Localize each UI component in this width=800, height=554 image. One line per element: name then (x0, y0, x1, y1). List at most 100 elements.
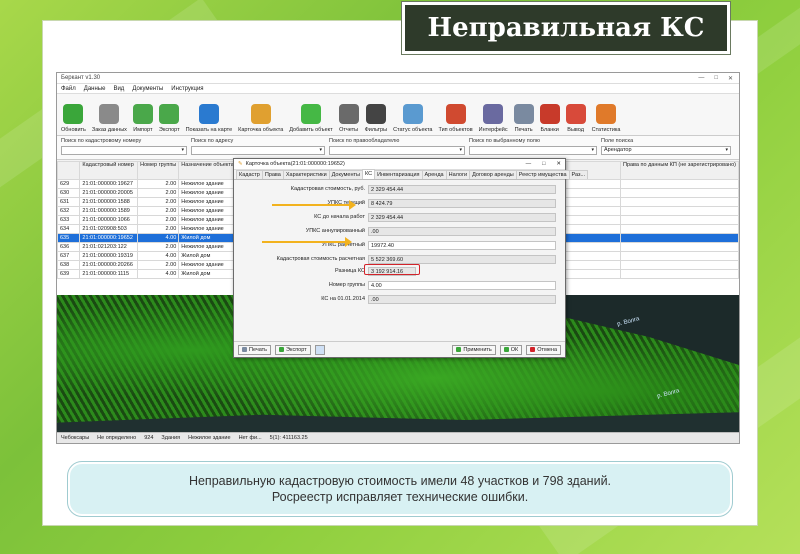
toolbar-button-edit[interactable]: Интерфейс (479, 104, 508, 133)
column-header[interactable] (56, 161, 81, 180)
field-value[interactable]: .00 (368, 295, 556, 304)
toolbar-button-calculator[interactable]: Отчеты (338, 104, 359, 133)
binoculars-icon (365, 104, 386, 124)
status-bar: Чебоксары Не определено 924 Здания Нежилое з… (57, 432, 739, 443)
cancel-icon (530, 347, 536, 352)
printer-icon (242, 347, 247, 352)
search-filter: Поиск по адресу ▾ (191, 138, 325, 157)
toolbar-button-forms[interactable]: Бланки (539, 104, 560, 133)
tab-0[interactable]: Кадастр (236, 170, 263, 179)
toolbar-button-blocks[interactable]: Тип объектов (438, 104, 473, 133)
minimize-button[interactable]: — (698, 75, 704, 82)
status-item: 5(1): 411163.25 (269, 435, 308, 441)
table-cell-grp: 2.00 (137, 179, 180, 189)
app-titlebar: Беркант v1.30 — □ ✕ (57, 73, 739, 84)
table-cell-grp: 2.00 (137, 242, 180, 252)
dialog-close-button[interactable]: ✕ (556, 161, 561, 167)
tab-10[interactable]: Раз... (568, 170, 589, 179)
menu-documents[interactable]: Документы (132, 86, 163, 92)
tab-3[interactable]: Документы (328, 170, 363, 179)
chevron-down-icon[interactable]: ▾ (591, 147, 594, 153)
toolbar-button-printer[interactable]: Печать (513, 104, 534, 133)
field-value[interactable]: 5 522 369.60 (368, 255, 556, 264)
search-filter-label: Поле поиска (601, 138, 634, 144)
tab-9[interactable]: Реестр имущества (515, 170, 570, 179)
table-cell-cad: 21:01:021203:122 (79, 242, 139, 252)
chevron-down-icon[interactable]: ▾ (459, 147, 462, 153)
table-cell-n: 629 (56, 179, 81, 189)
menu-instructions[interactable]: Инструкция (171, 86, 203, 92)
cancel-button[interactable]: Отмена (526, 344, 561, 355)
field-value[interactable]: 2 329 454.44 (368, 213, 556, 222)
table-cell-grp: 2.00 (137, 260, 180, 270)
table-cell-rights (619, 269, 740, 279)
search-filter-input[interactable]: ▾ (329, 146, 465, 155)
toolbar-button-cart[interactable]: Заказ данных (92, 104, 127, 133)
dialog-tabs: Кадастр Права Характеристики Документы КС Инв… (234, 169, 589, 180)
chevron-down-icon[interactable]: ▾ (725, 147, 728, 153)
column-header[interactable]: Номер группы (137, 161, 180, 180)
chevron-down-icon[interactable]: ▾ (181, 147, 184, 153)
dialog-maximize-button[interactable]: □ (542, 161, 545, 167)
tab-7[interactable]: Налоги (445, 170, 471, 179)
map-toggle-button[interactable] (314, 344, 325, 355)
river-area-bottom (57, 412, 739, 433)
search-filter-input[interactable]: Арендатор ▾ (601, 146, 731, 155)
search-filter-input[interactable]: ▾ (191, 146, 325, 155)
column-header[interactable]: Права по данным КП (не зарегистрировано) (619, 161, 740, 180)
toolbar-button-label: Показать на карте (185, 127, 233, 133)
column-header[interactable]: Кадастровый номер (79, 161, 139, 180)
search-filter-input[interactable]: ▾ (61, 146, 187, 155)
tab-2[interactable]: Характеристики (282, 170, 330, 179)
apply-button[interactable]: Применить (452, 344, 496, 355)
dialog-minimize-button[interactable]: — (526, 161, 532, 167)
search-filter-input[interactable]: ▾ (469, 146, 597, 155)
toolbar-button-label: Отчеты (339, 127, 359, 133)
close-button[interactable]: ✕ (728, 75, 733, 82)
toolbar-button-binoculars[interactable]: Фильтры (365, 104, 387, 133)
field-value[interactable]: .00 (368, 227, 556, 236)
table-cell-rights (619, 242, 740, 252)
toolbar-button-globe[interactable]: Показать на карте (185, 104, 233, 133)
menu-file[interactable]: Файл (61, 86, 76, 92)
field-value[interactable]: 4.00 (368, 281, 556, 290)
tab-8[interactable]: Договор аренды (469, 170, 517, 179)
print-button[interactable]: Печать (238, 344, 272, 355)
toolbar-button-export[interactable]: Экспорт (159, 104, 180, 133)
toolbar-button-label: Заказ данных (91, 127, 127, 133)
table-cell-rights (619, 188, 740, 198)
table-cell-rights (619, 197, 740, 207)
toolbar-button-import[interactable]: Импорт (132, 104, 153, 133)
table-cell-n: 631 (56, 197, 81, 207)
table-cell-cad: 21:01:000000:20266 (79, 260, 139, 270)
toolbar-button-pie-chart[interactable]: Статистика (592, 104, 621, 133)
field-value[interactable]: 19972.40 (368, 241, 556, 250)
pencil-icon (250, 104, 271, 124)
toolbar-button-list[interactable]: Статус объекта (393, 104, 432, 133)
table-cell-cad: 21:01:000000:19652 (79, 233, 139, 243)
menu-data[interactable]: Данные (84, 86, 106, 92)
list-icon (402, 104, 423, 124)
toolbar-button-pencil[interactable]: Карточка объекта (238, 104, 283, 133)
tab-1[interactable]: Права (261, 170, 284, 179)
check-icon (503, 347, 509, 352)
maximize-button[interactable]: □ (714, 75, 718, 82)
chevron-down-icon[interactable]: ▾ (319, 147, 322, 153)
export-button[interactable]: Экспорт (275, 344, 311, 355)
toolbar-button-xml[interactable]: Вывод (565, 104, 586, 133)
search-filter-label: Поиск по кадастровому номеру (61, 138, 142, 144)
toolbar-button-label: Карточка объекта (238, 127, 284, 133)
dialog-title: Карточка объекта(21:01:000000:19652) (245, 161, 345, 167)
caption-line-2: Росреестр исправляет технические ошибки. (271, 490, 529, 504)
toolbar-button-add-object[interactable]: Добавить объект (289, 104, 333, 133)
menu-view[interactable]: Вид (113, 86, 124, 92)
object-card-dialog: ✎ Карточка объекта(21:01:000000:19652) —… (233, 158, 589, 358)
toolbar-button-refresh[interactable]: Обновить (61, 104, 86, 133)
field-value[interactable]: 2 329 454.44 (368, 185, 556, 194)
table-cell-cad: 21:01:000000:1589 (79, 206, 139, 216)
tab-6[interactable]: Аренда (421, 170, 447, 179)
field-value[interactable]: 8 424.79 (368, 199, 556, 208)
table-cell-n: 635 (56, 233, 81, 243)
ok-button[interactable]: ОК (499, 344, 523, 355)
tab-5[interactable]: Инвентаризация (374, 170, 423, 179)
